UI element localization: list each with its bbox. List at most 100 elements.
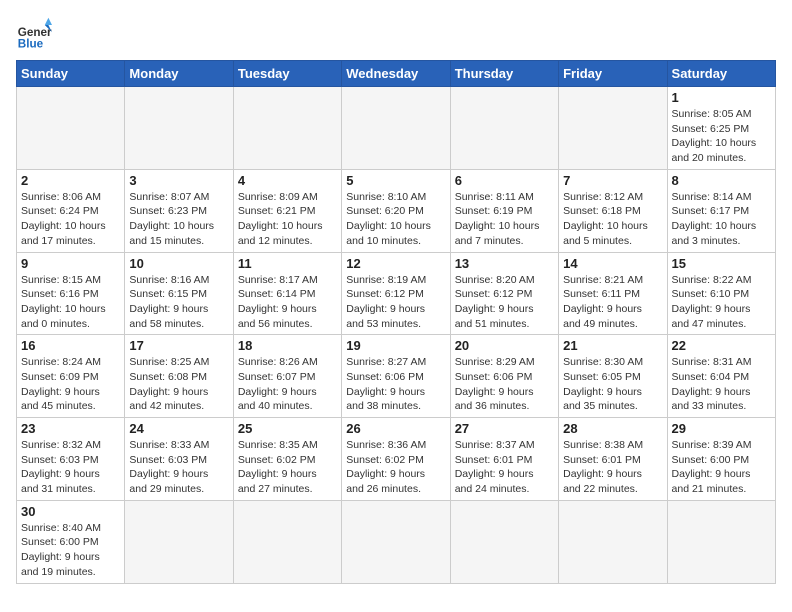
day-number: 3	[129, 173, 228, 188]
day-number: 7	[563, 173, 662, 188]
day-number: 14	[563, 256, 662, 271]
calendar-cell	[450, 500, 558, 583]
day-info: Sunrise: 8:39 AM Sunset: 6:00 PM Dayligh…	[672, 438, 771, 497]
svg-text:Blue: Blue	[18, 38, 44, 51]
day-info: Sunrise: 8:24 AM Sunset: 6:09 PM Dayligh…	[21, 355, 120, 414]
calendar-header-row: SundayMondayTuesdayWednesdayThursdayFrid…	[17, 61, 776, 87]
day-number: 16	[21, 338, 120, 353]
calendar-cell: 17 Sunrise: 8:25 AM Sunset: 6:08 PM Dayli…	[125, 335, 233, 418]
week-row-2: 2Sunrise: 8:06 AM Sunset: 6:24 PM Daylig…	[17, 169, 776, 252]
day-number: 28	[563, 421, 662, 436]
week-row-5: 23Sunrise: 8:32 AM Sunset: 6:03 PM Dayli…	[17, 418, 776, 501]
day-number: 15	[672, 256, 771, 271]
day-header-wednesday: Wednesday	[342, 61, 450, 87]
day-info: Sunrise: 8:19 AM Sunset: 6:12 PM Dayligh…	[346, 273, 445, 332]
day-number: 19	[346, 338, 445, 353]
calendar-cell	[559, 87, 667, 170]
week-row-3: 9 Sunrise: 8:15 AM Sunset: 6:16 PM Daylig…	[17, 252, 776, 335]
day-info: Sunrise: 8:37 AM Sunset: 6:01 PM Dayligh…	[455, 438, 554, 497]
day-number: 22	[672, 338, 771, 353]
calendar-cell: 25 Sunrise: 8:35 AM Sunset: 6:02 PM Dayli…	[233, 418, 341, 501]
calendar-cell: 6Sunrise: 8:11 AM Sunset: 6:19 PM Daylig…	[450, 169, 558, 252]
calendar-cell: 20 Sunrise: 8:29 AM Sunset: 6:06 PM Dayli…	[450, 335, 558, 418]
day-info: Sunrise: 8:31 AM Sunset: 6:04 PM Dayligh…	[672, 355, 771, 414]
week-row-4: 16 Sunrise: 8:24 AM Sunset: 6:09 PM Dayli…	[17, 335, 776, 418]
day-number: 4	[238, 173, 337, 188]
day-info: Sunrise: 8:25 AM Sunset: 6:08 PM Dayligh…	[129, 355, 228, 414]
calendar-cell: 30 Sunrise: 8:40 AM Sunset: 6:00 PM Dayli…	[17, 500, 125, 583]
calendar-cell: 14 Sunrise: 8:21 AM Sunset: 6:11 PM Dayli…	[559, 252, 667, 335]
day-info: Sunrise: 8:17 AM Sunset: 6:14 PM Dayligh…	[238, 273, 337, 332]
calendar-cell: 9 Sunrise: 8:15 AM Sunset: 6:16 PM Daylig…	[17, 252, 125, 335]
day-info: Sunrise: 8:27 AM Sunset: 6:06 PM Dayligh…	[346, 355, 445, 414]
calendar-cell: 21Sunrise: 8:30 AM Sunset: 6:05 PM Dayli…	[559, 335, 667, 418]
day-number: 27	[455, 421, 554, 436]
calendar-cell: 5Sunrise: 8:10 AM Sunset: 6:20 PM Daylig…	[342, 169, 450, 252]
day-number: 26	[346, 421, 445, 436]
calendar-cell	[125, 500, 233, 583]
day-header-friday: Friday	[559, 61, 667, 87]
calendar-cell: 1Sunrise: 8:05 AM Sunset: 6:25 PM Daylig…	[667, 87, 775, 170]
day-number: 1	[672, 90, 771, 105]
calendar-cell	[342, 87, 450, 170]
calendar-cell: 24 Sunrise: 8:33 AM Sunset: 6:03 PM Dayli…	[125, 418, 233, 501]
day-info: Sunrise: 8:29 AM Sunset: 6:06 PM Dayligh…	[455, 355, 554, 414]
calendar-cell: 29 Sunrise: 8:39 AM Sunset: 6:00 PM Dayli…	[667, 418, 775, 501]
calendar-cell	[450, 87, 558, 170]
day-number: 9	[21, 256, 120, 271]
calendar-cell: 23Sunrise: 8:32 AM Sunset: 6:03 PM Dayli…	[17, 418, 125, 501]
day-number: 29	[672, 421, 771, 436]
day-info: Sunrise: 8:16 AM Sunset: 6:15 PM Dayligh…	[129, 273, 228, 332]
day-header-monday: Monday	[125, 61, 233, 87]
day-number: 21	[563, 338, 662, 353]
calendar-cell: 15Sunrise: 8:22 AM Sunset: 6:10 PM Dayli…	[667, 252, 775, 335]
calendar-cell: 8 Sunrise: 8:14 AM Sunset: 6:17 PM Daylig…	[667, 169, 775, 252]
week-row-1: 1Sunrise: 8:05 AM Sunset: 6:25 PM Daylig…	[17, 87, 776, 170]
day-info: Sunrise: 8:36 AM Sunset: 6:02 PM Dayligh…	[346, 438, 445, 497]
calendar-cell	[342, 500, 450, 583]
calendar-cell	[559, 500, 667, 583]
day-info: Sunrise: 8:26 AM Sunset: 6:07 PM Dayligh…	[238, 355, 337, 414]
day-number: 20	[455, 338, 554, 353]
day-number: 24	[129, 421, 228, 436]
calendar-cell: 28 Sunrise: 8:38 AM Sunset: 6:01 PM Dayli…	[559, 418, 667, 501]
calendar-table: SundayMondayTuesdayWednesdayThursdayFrid…	[16, 60, 776, 584]
calendar-cell: 13Sunrise: 8:20 AM Sunset: 6:12 PM Dayli…	[450, 252, 558, 335]
calendar-cell: 27 Sunrise: 8:37 AM Sunset: 6:01 PM Dayli…	[450, 418, 558, 501]
day-info: Sunrise: 8:38 AM Sunset: 6:01 PM Dayligh…	[563, 438, 662, 497]
logo: General Blue	[16, 16, 52, 52]
day-number: 30	[21, 504, 120, 519]
day-info: Sunrise: 8:33 AM Sunset: 6:03 PM Dayligh…	[129, 438, 228, 497]
day-number: 17	[129, 338, 228, 353]
calendar-cell	[17, 87, 125, 170]
day-number: 11	[238, 256, 337, 271]
logo-icon: General Blue	[16, 16, 52, 52]
calendar-cell: 19 Sunrise: 8:27 AM Sunset: 6:06 PM Dayli…	[342, 335, 450, 418]
day-info: Sunrise: 8:06 AM Sunset: 6:24 PM Dayligh…	[21, 190, 120, 249]
calendar-cell: 22 Sunrise: 8:31 AM Sunset: 6:04 PM Dayli…	[667, 335, 775, 418]
day-info: Sunrise: 8:12 AM Sunset: 6:18 PM Dayligh…	[563, 190, 662, 249]
day-header-saturday: Saturday	[667, 61, 775, 87]
day-header-tuesday: Tuesday	[233, 61, 341, 87]
calendar-cell	[125, 87, 233, 170]
day-number: 8	[672, 173, 771, 188]
day-info: Sunrise: 8:14 AM Sunset: 6:17 PM Dayligh…	[672, 190, 771, 249]
calendar-cell: 3Sunrise: 8:07 AM Sunset: 6:23 PM Daylig…	[125, 169, 233, 252]
day-info: Sunrise: 8:21 AM Sunset: 6:11 PM Dayligh…	[563, 273, 662, 332]
calendar-cell	[233, 87, 341, 170]
day-info: Sunrise: 8:40 AM Sunset: 6:00 PM Dayligh…	[21, 521, 120, 580]
day-number: 10	[129, 256, 228, 271]
day-number: 5	[346, 173, 445, 188]
day-info: Sunrise: 8:15 AM Sunset: 6:16 PM Dayligh…	[21, 273, 120, 332]
day-number: 23	[21, 421, 120, 436]
day-number: 25	[238, 421, 337, 436]
day-info: Sunrise: 8:35 AM Sunset: 6:02 PM Dayligh…	[238, 438, 337, 497]
day-header-sunday: Sunday	[17, 61, 125, 87]
calendar-cell: 10 Sunrise: 8:16 AM Sunset: 6:15 PM Dayli…	[125, 252, 233, 335]
calendar-cell: 12 Sunrise: 8:19 AM Sunset: 6:12 PM Dayli…	[342, 252, 450, 335]
calendar-cell: 7 Sunrise: 8:12 AM Sunset: 6:18 PM Daylig…	[559, 169, 667, 252]
calendar-cell: 2Sunrise: 8:06 AM Sunset: 6:24 PM Daylig…	[17, 169, 125, 252]
calendar-cell: 4Sunrise: 8:09 AM Sunset: 6:21 PM Daylig…	[233, 169, 341, 252]
day-header-thursday: Thursday	[450, 61, 558, 87]
day-number: 12	[346, 256, 445, 271]
